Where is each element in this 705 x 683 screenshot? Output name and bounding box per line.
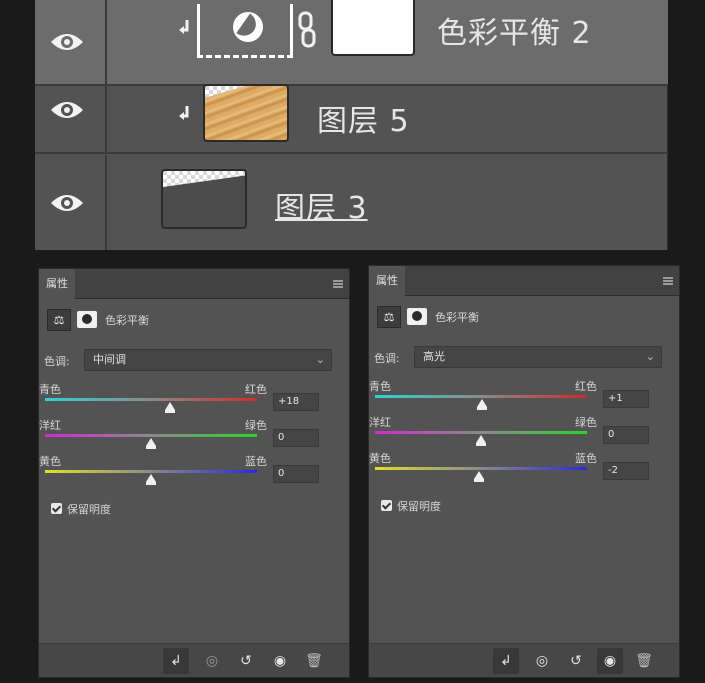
slider-left-label: 青色	[39, 383, 61, 396]
view-previous-icon[interactable]: ◎	[529, 648, 555, 674]
chevron-down-icon: ⌄	[645, 350, 655, 363]
slider-left-label: 洋红	[369, 416, 391, 429]
properties-panel-midtones: 属性 ⚖ 色彩平衡 色调: 中间调 ⌄ 青色 红色 +18 洋红 绿色 0 黄色…	[38, 268, 350, 678]
slider-value-field[interactable]: 0	[603, 426, 649, 444]
delete-icon[interactable]: 🗑	[631, 648, 657, 674]
tone-select[interactable]: 中间调 ⌄	[84, 349, 332, 371]
clip-arrow-icon	[179, 106, 189, 120]
clip-to-layer-icon[interactable]: ↲	[493, 648, 519, 674]
slider-track[interactable]	[375, 467, 587, 470]
slider-right-label: 蓝色	[245, 455, 267, 468]
visibility-column	[35, 68, 107, 152]
layer-row-layer-3[interactable]: 图层 3	[35, 155, 668, 250]
visibility-icon[interactable]: ◉	[597, 648, 623, 674]
slider-left-label: 洋红	[39, 419, 61, 432]
layer-name[interactable]: 图层 5	[317, 96, 410, 140]
slider-handle[interactable]	[146, 438, 156, 449]
panel-title: 色彩平衡	[435, 311, 479, 324]
link-chain-icon[interactable]	[297, 10, 317, 50]
slider-handle[interactable]	[473, 471, 484, 482]
panel-menu-icon[interactable]	[663, 277, 673, 285]
tone-select-value: 高光	[423, 350, 445, 363]
slider-handle[interactable]	[146, 474, 156, 485]
panel-title: 色彩平衡	[105, 314, 149, 327]
slider-right-label: 蓝色	[575, 452, 597, 465]
eye-icon[interactable]	[50, 100, 84, 120]
tone-label: 色调:	[374, 352, 400, 365]
slider-handle[interactable]	[476, 435, 486, 446]
panel-header: ⚖ 色彩平衡	[377, 306, 677, 328]
preserve-luminosity-label: 保留明度	[397, 500, 441, 513]
transparency-grid	[205, 86, 245, 98]
panel-footer: ↲ ◎ ↺ ◉ 🗑	[369, 643, 679, 677]
slider-left-label: 青色	[369, 380, 391, 393]
slider-right-label: 红色	[245, 383, 267, 396]
slider-left-label: 黄色	[39, 455, 61, 468]
tone-select[interactable]: 高光 ⌄	[414, 346, 662, 368]
reset-icon[interactable]: ↺	[563, 648, 589, 674]
slider-left-label: 黄色	[369, 452, 391, 465]
reset-icon[interactable]: ↺	[233, 648, 259, 674]
tone-row: 色调: 高光 ⌄	[374, 346, 674, 368]
panel-footer: ↲ ◎ ↺ ◉ 🗑	[39, 643, 349, 677]
clip-to-layer-icon[interactable]: ↲	[163, 648, 189, 674]
properties-panel-highlights: 属性 ⚖ 色彩平衡 色调: 高光 ⌄ 青色 红色 +1 洋红 绿色 0 黄色 蓝…	[368, 265, 680, 678]
slider-handle[interactable]	[165, 402, 176, 413]
slider-yellow-blue: 黄色 蓝色 0	[39, 453, 339, 503]
wood-texture-thumbnail[interactable]	[203, 84, 289, 142]
balance-icon[interactable]: ⚖	[377, 306, 401, 328]
eye-icon[interactable]	[50, 32, 84, 52]
layer-row-layer-5[interactable]: 图层 5	[35, 68, 668, 154]
slider-track[interactable]	[45, 398, 257, 401]
tone-label: 色调:	[44, 355, 70, 368]
panel-tab-bar: 属性	[39, 269, 349, 299]
tone-row: 色调: 中间调 ⌄	[44, 349, 344, 371]
tab-properties[interactable]: 属性	[369, 266, 405, 296]
preserve-luminosity-label: 保留明度	[67, 503, 111, 516]
visibility-column	[35, 155, 107, 250]
preserve-luminosity-checkbox[interactable]	[51, 503, 62, 514]
mask-icon[interactable]	[77, 311, 97, 328]
slider-value-field[interactable]: 0	[273, 465, 319, 483]
tab-properties[interactable]: 属性	[39, 269, 75, 299]
slider-track[interactable]	[375, 431, 587, 434]
panel-header: ⚖ 色彩平衡	[47, 309, 347, 331]
layers-panel: 色彩平衡 2 图层 5 图层 3	[35, 0, 668, 250]
tone-select-value: 中间调	[93, 353, 126, 366]
slider-value-field[interactable]: 0	[273, 429, 319, 447]
slider-track[interactable]	[45, 470, 257, 473]
mask-icon[interactable]	[407, 308, 427, 325]
slider-value-field[interactable]: -2	[603, 462, 649, 480]
slider-yellow-blue: 黄色 蓝色 -2	[369, 450, 669, 500]
layer-name[interactable]: 色彩平衡 2	[437, 8, 592, 52]
slider-right-label: 红色	[575, 380, 597, 393]
layer-name[interactable]: 图层 3	[275, 183, 368, 227]
slider-value-field[interactable]: +18	[273, 393, 319, 411]
eye-icon[interactable]	[50, 193, 84, 213]
color-balance-adjustment-icon[interactable]	[233, 12, 263, 42]
visibility-icon[interactable]: ◉	[267, 648, 293, 674]
slider-handle[interactable]	[477, 399, 488, 410]
balance-icon[interactable]: ⚖	[47, 309, 71, 331]
slider-right-label: 绿色	[575, 416, 597, 429]
panel-tab-bar: 属性	[369, 266, 679, 296]
panel-menu-icon[interactable]	[333, 280, 343, 288]
chevron-down-icon: ⌄	[315, 353, 325, 366]
delete-icon[interactable]: 🗑	[301, 648, 327, 674]
slider-track[interactable]	[45, 434, 257, 437]
transparency-grid	[163, 171, 245, 187]
clip-arrow-icon	[179, 20, 189, 34]
layer-thumbnail[interactable]	[161, 169, 247, 229]
slider-value-field[interactable]: +1	[603, 390, 649, 408]
slider-right-label: 绿色	[245, 419, 267, 432]
layer-mask-thumbnail[interactable]	[331, 0, 415, 56]
slider-track[interactable]	[375, 395, 587, 398]
preserve-luminosity-checkbox[interactable]	[381, 500, 392, 511]
view-previous-icon[interactable]: ◎	[199, 648, 225, 674]
